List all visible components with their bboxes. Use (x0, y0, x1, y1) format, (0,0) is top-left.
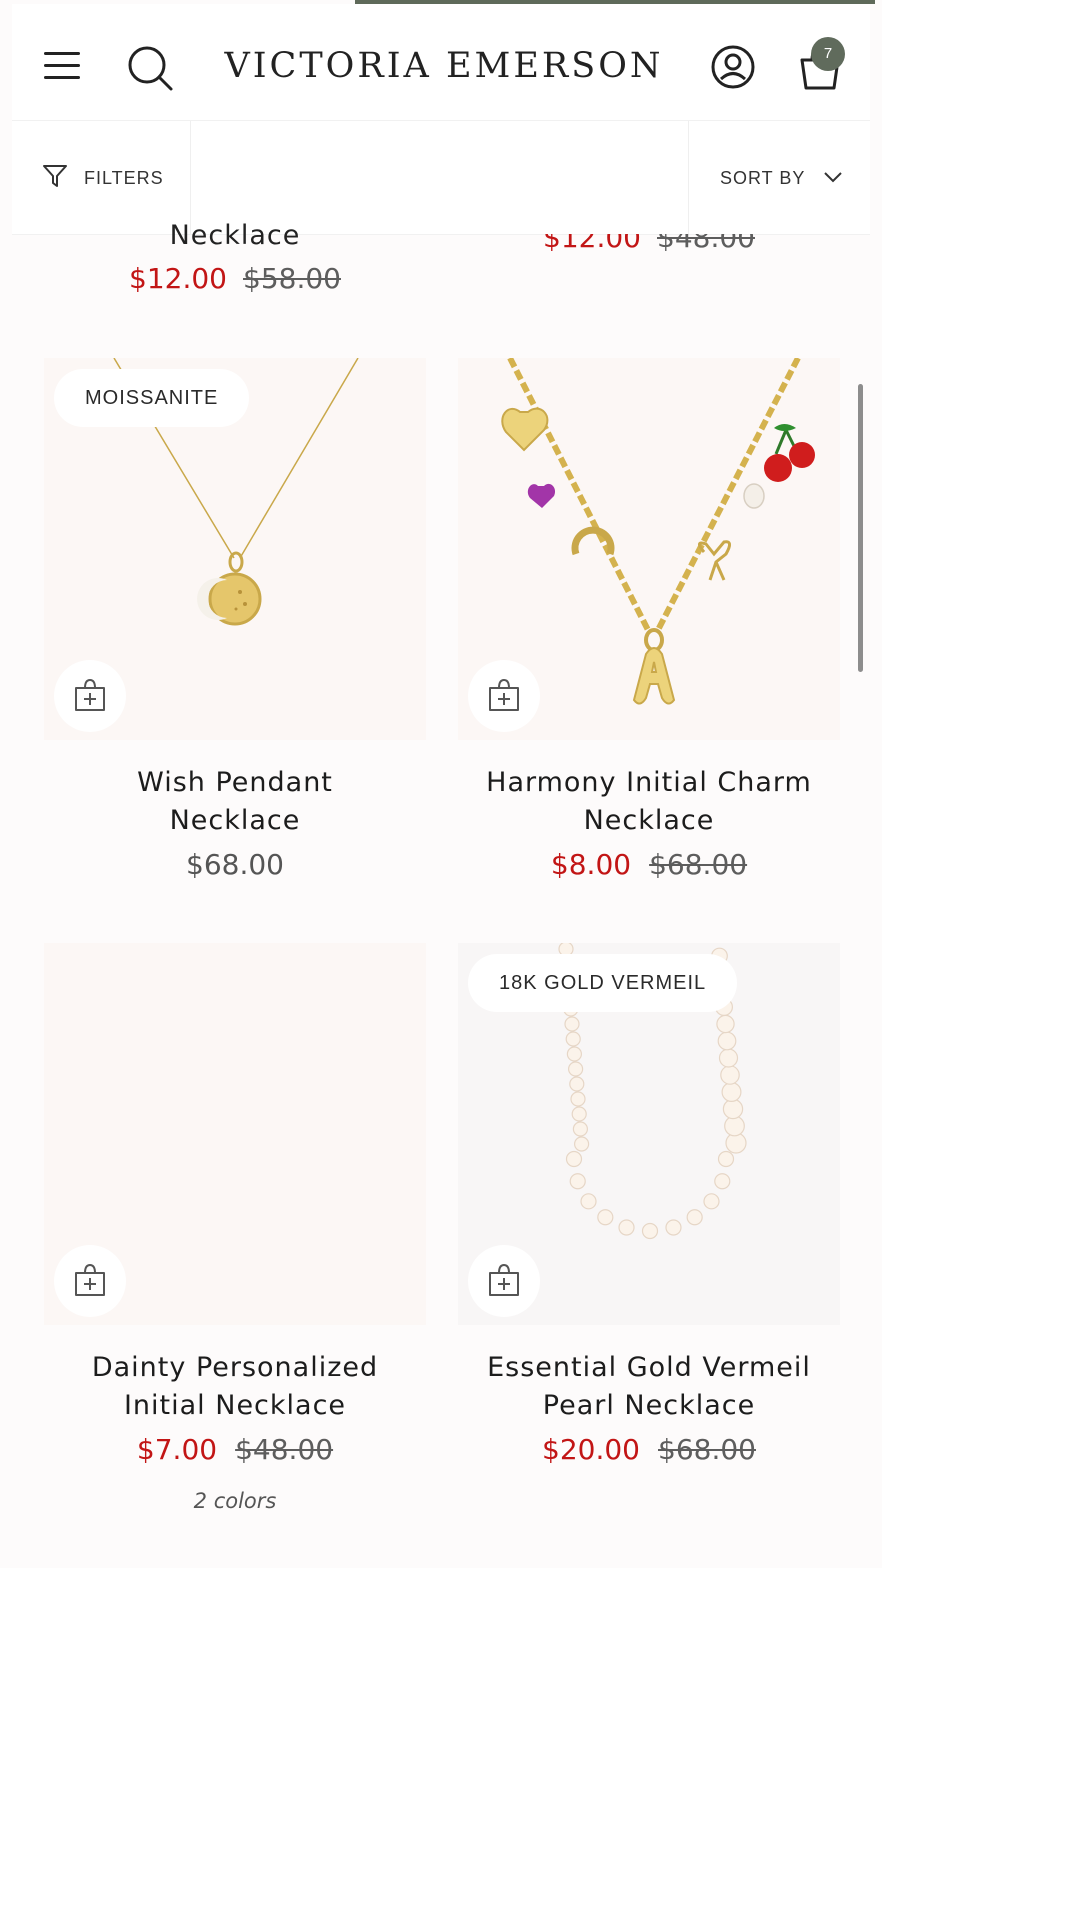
quick-add-button[interactable] (54, 660, 126, 732)
pearl (714, 1173, 731, 1190)
product-title-line1: Essential Gold Vermeil (487, 1352, 811, 1383)
product-card[interactable]: MOISSANITE Wish Pendant Necklace $68.00 (44, 358, 426, 898)
product-listing-page: VICTORIA EMERSON 7 FILTERS SORT BY Neckl… (0, 0, 882, 1568)
pearl (722, 1098, 744, 1120)
product-title-partial[interactable]: Necklace (44, 222, 426, 252)
add-to-bag-icon (489, 1263, 519, 1296)
quick-add-button[interactable] (468, 1245, 540, 1317)
price-row-partial: $12.00 $48.00 (458, 234, 840, 260)
sale-price: $20.00 (542, 1433, 640, 1466)
brand-logo[interactable]: VICTORIA EMERSON (216, 46, 672, 86)
material-badge: MOISSANITE (54, 369, 250, 427)
add-to-bag-icon (489, 678, 519, 711)
pearl (569, 1076, 585, 1092)
original-price: $48.00 (235, 1433, 334, 1466)
price-row-partial: $12.00 $58.00 (44, 262, 426, 295)
filters-button[interactable]: FILTERS (42, 163, 164, 193)
pearl (565, 1150, 583, 1168)
pearl (618, 1219, 635, 1236)
pearl (573, 1136, 590, 1152)
original-price: $68.00 (649, 848, 748, 881)
color-options-note[interactable]: 2 colors (44, 1489, 426, 1513)
pearl (597, 1209, 614, 1226)
pearl (665, 1219, 682, 1236)
pearl (570, 1091, 586, 1107)
product-card[interactable]: Dainty Personalized Initial Necklace $7.… (44, 943, 426, 1523)
product-image[interactable] (44, 943, 426, 1325)
product-image[interactable]: MOISSANITE (44, 358, 426, 740)
product-title[interactable]: Harmony Initial Charm Necklace (458, 764, 840, 840)
product-title-line1: Wish Pendant (137, 767, 333, 798)
pearl (566, 1046, 583, 1062)
quick-add-button[interactable] (468, 660, 540, 732)
product-card[interactable]: Harmony Initial Charm Necklace $8.00 $68… (458, 358, 840, 898)
product-title-line2: Pearl Necklace (542, 1390, 756, 1421)
product-title-partial-text: Necklace (169, 222, 301, 251)
cart-count-badge[interactable]: 7 (811, 37, 845, 71)
product-title-line2: Necklace (169, 805, 301, 836)
sale-price: $12.00 (543, 234, 641, 254)
pearl (717, 1031, 737, 1051)
filters-label: FILTERS (84, 167, 164, 188)
sale-price: $12.00 (129, 262, 227, 295)
pearl (720, 1065, 740, 1085)
pearl (721, 1082, 742, 1103)
product-image[interactable]: 18K GOLD VERMEIL (458, 943, 840, 1325)
product-title[interactable]: Wish Pendant Necklace (44, 764, 426, 840)
pearl (716, 1014, 735, 1034)
product-title-line1: Dainty Personalized (91, 1352, 379, 1383)
original-price: $48.00 (657, 234, 755, 254)
pearl (572, 1121, 589, 1137)
product-card[interactable]: 18K GOLD VERMEIL Essential Gold Vermeil … (458, 943, 840, 1483)
price-row: $7.00 $48.00 (44, 1433, 426, 1466)
quick-add-button[interactable] (54, 1245, 126, 1317)
material-badge: 18K GOLD VERMEIL (468, 954, 738, 1012)
product-image[interactable] (458, 358, 840, 740)
toolbar-divider (190, 121, 191, 234)
sale-price: $7.00 (136, 1433, 218, 1466)
pearl (569, 1173, 586, 1190)
regular-price: $68.00 (186, 848, 284, 881)
sort-by-label: SORT BY (720, 167, 806, 188)
filter-icon (42, 163, 68, 193)
original-price: $58.00 (243, 262, 341, 295)
add-to-bag-icon (75, 1263, 105, 1296)
product-title-line2: Necklace (583, 805, 715, 836)
pearl (580, 1193, 597, 1210)
menu-icon[interactable] (42, 48, 82, 84)
pearl (567, 1061, 584, 1077)
product-title-line2: Initial Necklace (123, 1390, 347, 1421)
pearl (724, 1115, 745, 1137)
pearl (641, 1222, 659, 1240)
scrollbar[interactable] (858, 384, 863, 672)
price-row: $20.00 $68.00 (458, 1433, 840, 1466)
account-icon[interactable] (710, 44, 756, 90)
sale-price: $8.00 (550, 848, 632, 881)
search-icon[interactable] (126, 44, 174, 92)
pearl (564, 1016, 580, 1032)
pearl (703, 1193, 720, 1210)
add-to-bag-icon (75, 678, 105, 711)
filter-sort-bar: FILTERS SORT BY (12, 121, 870, 235)
chevron-down-icon (823, 169, 843, 188)
price-row: $68.00 (44, 848, 426, 881)
price-row: $8.00 $68.00 (458, 848, 840, 881)
site-header: VICTORIA EMERSON (12, 4, 870, 121)
pearl (571, 1106, 587, 1122)
product-title[interactable]: Dainty Personalized Initial Necklace (44, 1349, 426, 1425)
product-title-line1: Harmony Initial Charm (486, 767, 812, 798)
product-title[interactable]: Essential Gold Vermeil Pearl Necklace (458, 1349, 840, 1425)
sort-by-button[interactable]: SORT BY (720, 163, 843, 193)
original-price: $68.00 (658, 1433, 756, 1466)
pearl (565, 1031, 581, 1047)
pearl (686, 1209, 703, 1226)
toolbar-divider (688, 121, 689, 234)
pearl (717, 1150, 735, 1168)
pearl (718, 1048, 739, 1068)
